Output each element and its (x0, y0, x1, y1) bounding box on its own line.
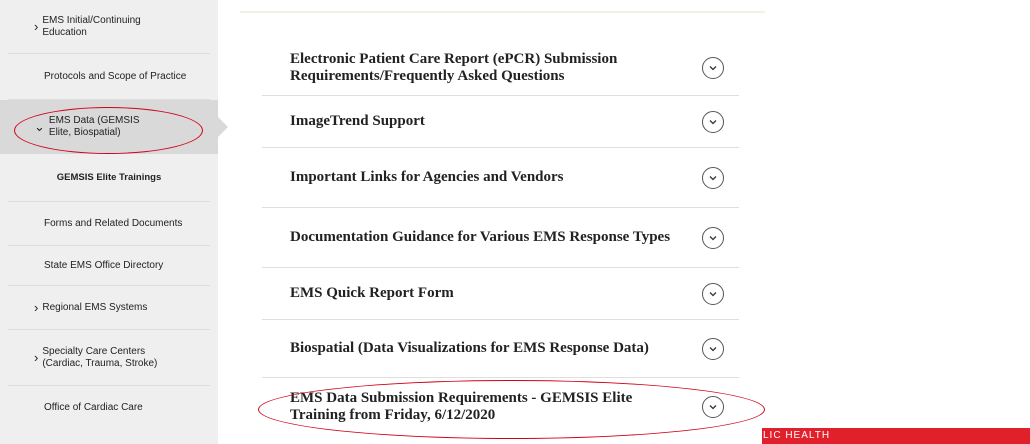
sidebar-item-label: Regional EMS Systems (42, 302, 148, 313)
accordion-item-data-submission[interactable]: EMS Data Submission Requirements - GEMSI… (262, 378, 739, 436)
accordion-title: Biospatial (Data Visualizations for EMS … (290, 340, 649, 356)
sidebar-item-regional[interactable]: › Regional EMS Systems (0, 286, 218, 330)
sidebar-item-label: EMS Initial/Continuing Education (42, 15, 141, 38)
accordion-item-quick-report[interactable]: EMS Quick Report Form (262, 268, 739, 320)
chevron-down-icon[interactable] (702, 282, 724, 305)
sidebar-item-state-office[interactable]: State EMS Office Directory (0, 246, 218, 286)
sidebar-item-label: State EMS Office Directory (44, 260, 164, 271)
sidebar-item-label: GEMSIS Elite Trainings (56, 172, 162, 183)
chevron-down-icon[interactable] (702, 56, 724, 79)
accordion-title: EMS Data Submission Requirements - GEMSI… (290, 390, 633, 423)
chevron-down-icon[interactable] (702, 226, 724, 249)
chevron-down-icon: ⌄ (34, 119, 45, 134)
sidebar-item-protocols[interactable]: Protocols and Scope of Practice (0, 54, 218, 100)
chevron-down-icon[interactable] (702, 110, 724, 133)
sidebar-item-label: Specialty Care Centers (Cardiac, Trauma,… (42, 346, 158, 369)
footer-banner: LIC HEALTH (762, 428, 1030, 444)
sidebar-item-cardiac-care[interactable]: Office of Cardiac Care (0, 386, 218, 430)
accordion-title: ImageTrend Support (290, 113, 425, 129)
chevron-right-icon: › (34, 300, 39, 315)
chevron-down-icon[interactable] (702, 337, 724, 360)
sidebar-item-ems-education[interactable]: › EMS Initial/Continuing Education (0, 0, 218, 54)
sidebar-item-forms[interactable]: Forms and Related Documents (0, 202, 218, 246)
chevron-right-icon: › (34, 350, 39, 365)
chevron-right-icon: › (34, 19, 39, 34)
sidebar-item-gemsis-trainings[interactable]: GEMSIS Elite Trainings (0, 154, 218, 202)
sidebar-item-label: EMS Data (GEMSIS Elite, Biospatial) (48, 115, 140, 138)
sidebar-item-ems-data[interactable]: ⌄ EMS Data (GEMSIS Elite, Biospatial) (0, 100, 228, 154)
accordion-item-important-links[interactable]: Important Links for Agencies and Vendors (262, 148, 739, 208)
accordion-item-biospatial[interactable]: Biospatial (Data Visualizations for EMS … (262, 320, 739, 378)
accordion-title: Important Links for Agencies and Vendors (290, 169, 564, 185)
accordion-title: EMS Quick Report Form (290, 285, 454, 301)
sidebar-item-label: Protocols and Scope of Practice (44, 71, 187, 82)
sidebar-item-label: Forms and Related Documents (44, 218, 183, 229)
chevron-down-icon[interactable] (702, 396, 724, 418)
accordion-title: Documentation Guidance for Various EMS R… (290, 229, 671, 245)
sidebar-nav: › EMS Initial/Continuing Education Proto… (0, 0, 228, 444)
sidebar-item-specialty-care[interactable]: › Specialty Care Centers (Cardiac, Traum… (0, 330, 218, 386)
accordion-item-documentation-guidance[interactable]: Documentation Guidance for Various EMS R… (262, 208, 739, 268)
accordion-item-epcr[interactable]: Electronic Patient Care Report (ePCR) Su… (262, 40, 739, 96)
divider (240, 11, 765, 13)
accordion-item-imagetrend[interactable]: ImageTrend Support (262, 96, 739, 148)
sidebar-item-label: Office of Cardiac Care (44, 402, 143, 413)
accordion-title: Electronic Patient Care Report (ePCR) Su… (290, 50, 618, 84)
chevron-down-icon[interactable] (702, 166, 724, 189)
